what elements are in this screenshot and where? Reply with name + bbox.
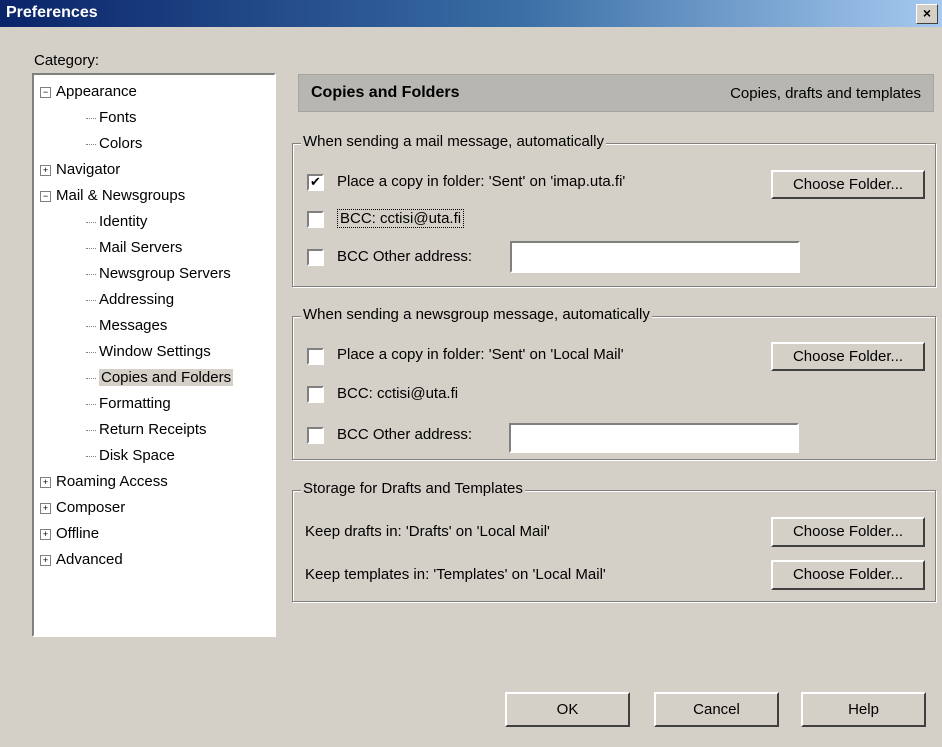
mail-choose-folder-button[interactable]: Choose Folder... [771,170,925,199]
tree-item-mail-newsgroups[interactable]: − Mail & Newsgroups [40,187,185,204]
news-place-copy-label: Place a copy in folder: 'Sent' on 'Local… [337,346,624,363]
drafts-label: Keep drafts in: 'Drafts' on 'Local Mail' [305,523,550,540]
expand-icon[interactable]: + [40,502,51,514]
tree-item-disk-space[interactable]: Disk Space [86,447,175,464]
news-bcc-label: BCC: cctisi@uta.fi [337,385,459,402]
tree-item-offline[interactable]: + Offline [40,525,99,542]
cancel-button[interactable]: Cancel [654,692,779,727]
tree-item-newsgroup-servers[interactable]: Newsgroup Servers [86,265,231,282]
category-label: Category: [34,52,100,69]
tree-item-advanced[interactable]: + Advanced [40,551,123,568]
panel-header: Copies and Folders Copies, drafts and te… [298,74,934,112]
mail-place-copy-label: Place a copy in folder: 'Sent' on 'imap.… [337,173,626,190]
news-group-legend: When sending a newsgroup message, automa… [301,306,652,323]
tree-item-window-settings[interactable]: Window Settings [86,343,211,360]
tree-item-formatting[interactable]: Formatting [86,395,171,412]
mail-bcc-other-label: BCC Other address: [337,248,473,265]
news-bcc-other-checkbox[interactable] [307,427,324,444]
mail-group-legend: When sending a mail message, automatical… [301,133,606,150]
mail-bcc-other-checkbox[interactable] [307,249,324,266]
templates-label: Keep templates in: 'Templates' on 'Local… [305,566,606,583]
tree-item-colors[interactable]: Colors [86,135,142,152]
news-bcc-checkbox[interactable] [307,386,324,403]
window-title: Preferences [6,4,98,21]
tree-item-mail-servers[interactable]: Mail Servers [86,239,182,256]
expand-icon[interactable]: + [40,554,51,566]
help-button[interactable]: Help [801,692,926,727]
tree-item-roaming-access[interactable]: + Roaming Access [40,473,168,490]
tree-item-messages[interactable]: Messages [86,317,167,334]
news-bcc-other-label: BCC Other address: [337,426,473,443]
expand-icon[interactable]: + [40,164,51,176]
news-bcc-other-input[interactable] [509,423,799,453]
tree-item-identity[interactable]: Identity [86,213,147,230]
close-icon: × [922,5,932,21]
expand-icon[interactable]: + [40,476,51,488]
mail-place-copy-checkbox[interactable]: ✔ [307,174,324,191]
panel-title: Copies and Folders [311,84,460,101]
expand-icon[interactable]: + [40,528,51,540]
panel-subtitle: Copies, drafts and templates [730,85,921,102]
collapse-icon[interactable]: − [40,190,51,202]
tree-item-return-receipts[interactable]: Return Receipts [86,421,207,438]
category-tree[interactable]: − Appearance Fonts Colors + Navigator − Mai… [32,73,276,637]
mail-bcc-label: BCC: cctisi@uta.fi [337,209,465,228]
drafts-choose-folder-button[interactable]: Choose Folder... [771,517,925,547]
ok-button[interactable]: OK [505,692,630,727]
news-place-copy-checkbox[interactable] [307,348,324,365]
tree-item-addressing[interactable]: Addressing [86,291,174,308]
title-bar: Preferences × [0,0,942,27]
tree-item-navigator[interactable]: + Navigator [40,161,120,178]
tree-item-fonts[interactable]: Fonts [86,109,137,126]
mail-bcc-other-input[interactable] [510,241,800,273]
tree-item-composer[interactable]: + Composer [40,499,125,516]
storage-group-legend: Storage for Drafts and Templates [301,480,525,497]
templates-choose-folder-button[interactable]: Choose Folder... [771,560,925,590]
tree-item-appearance[interactable]: − Appearance [40,83,137,100]
collapse-icon[interactable]: − [40,86,51,98]
checkmark-icon: ✔ [310,174,321,189]
mail-bcc-checkbox[interactable] [307,211,324,228]
close-button[interactable]: × [916,4,938,24]
news-choose-folder-button[interactable]: Choose Folder... [771,342,925,371]
tree-item-copies-and-folders[interactable]: Copies and Folders [86,369,234,386]
